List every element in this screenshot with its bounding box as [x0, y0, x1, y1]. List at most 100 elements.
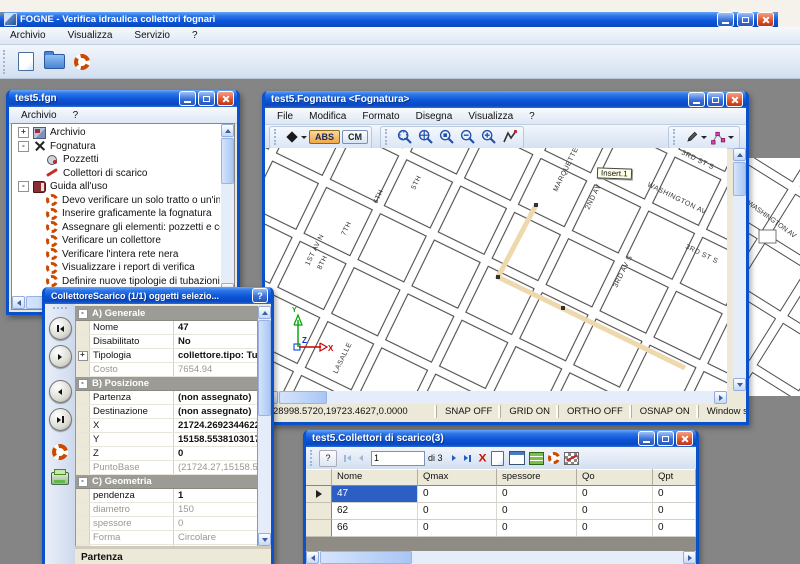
- go-previous-button[interactable]: [49, 380, 72, 403]
- go-last-button[interactable]: [49, 408, 72, 431]
- property-row[interactable]: spessore 0: [76, 517, 257, 531]
- polyline-edit-button[interactable]: [708, 128, 736, 147]
- property-row[interactable]: Partenza (non assegnato): [76, 391, 257, 405]
- table-help-button[interactable]: ?: [319, 450, 337, 467]
- new-record-button[interactable]: [491, 451, 504, 466]
- property-row[interactable]: PuntoBase (21724.27,15158.55,0.00: [76, 461, 257, 475]
- scroll-down-button[interactable]: [733, 378, 746, 391]
- table-cell[interactable]: 66: [332, 520, 418, 537]
- tree-item-fognatura[interactable]: - Fognatura: [13, 140, 220, 154]
- property-expander[interactable]: +: [78, 351, 88, 361]
- scroll-up-button[interactable]: [258, 306, 271, 319]
- property-category[interactable]: - C) Geometria: [76, 475, 257, 489]
- property-row[interactable]: + Tipologia collettore.tipo: Tubaz: [76, 349, 257, 363]
- collector-node[interactable]: [561, 306, 565, 310]
- table-cell[interactable]: 0: [497, 503, 577, 520]
- tree-item-pozzetti[interactable]: Pozzetti: [13, 153, 220, 167]
- property-value[interactable]: collettore.tipo: Tubaz: [173, 349, 257, 362]
- tree-item-guide-1[interactable]: Devo verificare un solo tratto o un'inte…: [13, 194, 220, 208]
- zoom-previous-button[interactable]: [499, 128, 520, 147]
- ortho-toggle[interactable]: ORTHO OFF: [558, 405, 631, 418]
- table-cell[interactable]: 0: [497, 486, 577, 503]
- scroll-up-button[interactable]: [221, 124, 234, 137]
- table-row[interactable]: 66 0 0 0 0: [306, 520, 696, 537]
- toolbar-grip[interactable]: [53, 307, 67, 311]
- table-cell[interactable]: 0: [577, 520, 653, 537]
- cm-toggle-button[interactable]: CM: [342, 130, 368, 144]
- map-window-titlebar[interactable]: test5.Fognatura <Fognatura>: [265, 91, 746, 108]
- toolbar-grip[interactable]: [385, 129, 390, 145]
- tree-item-guide-3[interactable]: Assegnare gli elementi: pozzetti e colle: [13, 221, 220, 235]
- go-first-button[interactable]: [49, 317, 72, 340]
- table-row[interactable]: 62 0 0 0 0: [306, 503, 696, 520]
- zoom-selected-button[interactable]: [436, 128, 457, 147]
- menu-help[interactable]: ?: [188, 29, 208, 42]
- table-cell[interactable]: 0: [577, 486, 653, 503]
- table-horizontal-scrollbar[interactable]: [306, 551, 696, 564]
- property-row[interactable]: Forma Circolare: [76, 531, 257, 545]
- map-menu-disegna[interactable]: Disegna: [408, 110, 461, 123]
- tree-item-guide-7[interactable]: Definire nuove tipologie di tubazioni: [13, 275, 220, 289]
- help-buoy-icon[interactable]: [52, 444, 68, 460]
- go-last-button[interactable]: [461, 451, 475, 465]
- table-cell[interactable]: 0: [653, 503, 696, 520]
- property-category[interactable]: - A) Generale: [76, 307, 257, 321]
- category-expander[interactable]: -: [78, 309, 88, 319]
- row-selector[interactable]: [306, 503, 332, 520]
- property-value[interactable]: 15158.5538103017: [173, 433, 257, 446]
- go-previous-button[interactable]: [354, 451, 368, 465]
- menu-servizio[interactable]: Servizio: [130, 29, 180, 42]
- column-header[interactable]: Qmax: [418, 469, 497, 486]
- menu-archivio[interactable]: Archivio: [6, 29, 56, 42]
- open-file-button[interactable]: [40, 48, 68, 76]
- tree-item-guide-5[interactable]: Verificare l'intera rete nera: [13, 248, 220, 262]
- table-cell[interactable]: 62: [332, 503, 418, 520]
- scroll-thumb[interactable]: [279, 391, 327, 404]
- tree-maximize-button[interactable]: [198, 91, 215, 106]
- property-value[interactable]: (non assegnato): [173, 391, 257, 404]
- zoom-in-button[interactable]: [478, 128, 499, 147]
- properties-titlebar[interactable]: CollettoreScarico (1/1) oggetti selezio.…: [45, 287, 271, 304]
- property-row[interactable]: X 21724.2692344622: [76, 419, 257, 433]
- property-row[interactable]: pendenza 1: [76, 489, 257, 503]
- tree-item-guida[interactable]: - Guida all'uso: [13, 180, 220, 194]
- properties-help-button[interactable]: ?: [252, 288, 268, 303]
- table-window-titlebar[interactable]: test5.Collettori di scarico(3): [306, 430, 696, 447]
- grid-toggle[interactable]: GRID ON: [500, 405, 558, 418]
- column-header[interactable]: Qo: [577, 469, 653, 486]
- tree-expander[interactable]: +: [18, 127, 29, 138]
- table-cell[interactable]: 0: [418, 520, 497, 537]
- map-menu-modifica[interactable]: Modifica: [301, 110, 354, 123]
- property-row[interactable]: Costo 7654.94: [76, 363, 257, 377]
- property-value[interactable]: 21724.2692344622: [173, 419, 257, 432]
- menu-visualizza[interactable]: Visualizza: [64, 29, 123, 42]
- tree-item-archivio[interactable]: + Archivio: [13, 126, 220, 140]
- property-row[interactable]: Z 0: [76, 447, 257, 461]
- table-cell[interactable]: 47: [332, 486, 418, 503]
- toolbar-grip[interactable]: [310, 450, 315, 466]
- scroll-right-button[interactable]: [683, 551, 696, 564]
- map-vertical-scrollbar[interactable]: [733, 148, 746, 391]
- table-maximize-button[interactable]: [657, 431, 674, 446]
- scroll-thumb[interactable]: [320, 551, 412, 564]
- column-header[interactable]: Nome: [332, 469, 418, 486]
- osnap-toggle[interactable]: OSNAP ON: [631, 405, 698, 418]
- category-expander[interactable]: -: [78, 477, 88, 487]
- minimize-button[interactable]: [717, 12, 734, 27]
- table-cell[interactable]: 0: [418, 486, 497, 503]
- table-cell[interactable]: 0: [418, 503, 497, 520]
- draw-pencil-button[interactable]: [682, 128, 708, 147]
- map-minimize-button[interactable]: [688, 92, 705, 107]
- property-row[interactable]: Nome 47: [76, 321, 257, 335]
- scroll-left-button[interactable]: [306, 551, 319, 564]
- coordinate-mode-button[interactable]: [283, 128, 309, 147]
- property-value[interactable]: (non assegnato): [173, 405, 257, 418]
- scroll-down-button[interactable]: [258, 533, 271, 546]
- map-horizontal-scrollbar[interactable]: [265, 391, 727, 404]
- property-grid-scrollbar[interactable]: [258, 306, 271, 546]
- snap-toggle[interactable]: SNAP OFF: [436, 405, 500, 418]
- table-cell[interactable]: 0: [497, 520, 577, 537]
- column-header[interactable]: Qpt: [653, 469, 696, 486]
- tree-menu-archivio[interactable]: Archivio: [13, 109, 65, 122]
- property-row[interactable]: Disabilitato No: [76, 335, 257, 349]
